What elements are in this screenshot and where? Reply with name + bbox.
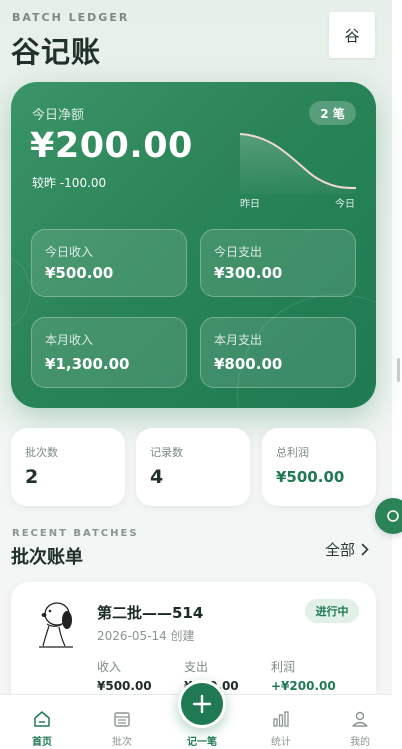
batch-count-card[interactable]: 批次数 2 [11,428,125,506]
record-count-card[interactable]: 记录数 4 [136,428,250,506]
summary-label: 记录数 [150,446,183,459]
edit-icon [387,510,399,522]
decorative-circle [11,252,31,332]
see-all-label: 全部 [325,541,356,559]
avatar-button[interactable]: 谷 [329,12,375,58]
total-profit-card[interactable]: 总利润 ¥500.00 [262,428,376,506]
plus-icon [192,694,212,714]
section-eyebrow: RECENT BATCHES [12,528,139,539]
tile-label: 本月支出 [214,333,263,347]
month-income-tile[interactable]: 本月收入 ¥1,300.00 [31,317,187,388]
summary-value: ¥500.00 [276,468,345,486]
profit-label: 利润 [271,660,296,674]
today-expense-tile[interactable]: 今日支出 ¥300.00 [200,229,356,297]
tile-value: ¥500.00 [45,264,114,282]
tab-label: 统计 [271,737,291,748]
record-count-badge: 2 笔 [309,101,356,125]
expense-label: 支出 [184,660,209,674]
app-title: 谷记账 [11,35,102,69]
tile-value: ¥800.00 [214,355,283,373]
tab-label: 首页 [32,737,52,748]
trend-sparkline [240,133,357,194]
tab-batches[interactable]: 批次 [83,695,161,749]
profit-value: +¥200.00 [271,679,336,693]
tab-home[interactable]: 首页 [3,695,81,749]
today-summary-card: 今日净额 2 笔 ¥200.00 较昨 -100.00 昨日 今日 今日收入 ¥… [11,82,376,408]
status-badge: 进行中 [305,599,359,623]
summary-value: 2 [25,466,39,488]
tab-label: 我的 [350,737,370,748]
chevron-right-icon [361,543,369,556]
compare-value: -100.00 [59,176,107,190]
snoopy-illustration [39,602,73,648]
tile-value: ¥1,300.00 [45,355,130,373]
trend-end-label: 今日 [335,199,355,210]
tile-value: ¥300.00 [214,264,283,282]
section-title: 批次账单 [11,547,83,568]
tab-label: 批次 [112,737,132,748]
home-icon [34,711,50,727]
summary-value: 4 [150,466,164,488]
add-record-button[interactable] [178,680,226,728]
today-net-label: 今日净额 [32,108,85,123]
tile-label: 今日收入 [45,245,94,259]
today-net-amount: ¥200.00 [30,126,193,166]
add-record-label: 记一笔 [187,737,217,748]
batch-name: 第二批——514 [97,604,204,622]
calendar-icon [114,712,130,727]
trend-start-label: 昨日 [240,199,260,210]
compare-yesterday: 较昨 -100.00 [32,174,106,191]
user-icon [352,711,368,727]
see-all-link[interactable]: 全部 [325,539,369,560]
summary-label: 批次数 [25,446,58,459]
summary-label: 总利润 [276,446,309,459]
today-income-tile[interactable]: 今日收入 ¥500.00 [31,229,187,297]
tab-statistics[interactable]: 统计 [242,695,320,749]
tile-label: 今日支出 [214,245,263,259]
app-eyebrow: BATCH LEDGER [12,11,130,24]
tab-profile[interactable]: 我的 [321,695,399,749]
batch-date: 2026-05-14 创建 [97,629,195,643]
month-expense-tile[interactable]: 本月支出 ¥800.00 [200,317,356,388]
income-label: 收入 [97,660,122,674]
scrollbar-thumb[interactable] [397,358,400,382]
income-value: ¥500.00 [97,679,152,693]
compare-label: 较昨 [32,176,57,190]
tile-label: 本月收入 [45,333,94,347]
bar-chart-icon [273,711,289,727]
